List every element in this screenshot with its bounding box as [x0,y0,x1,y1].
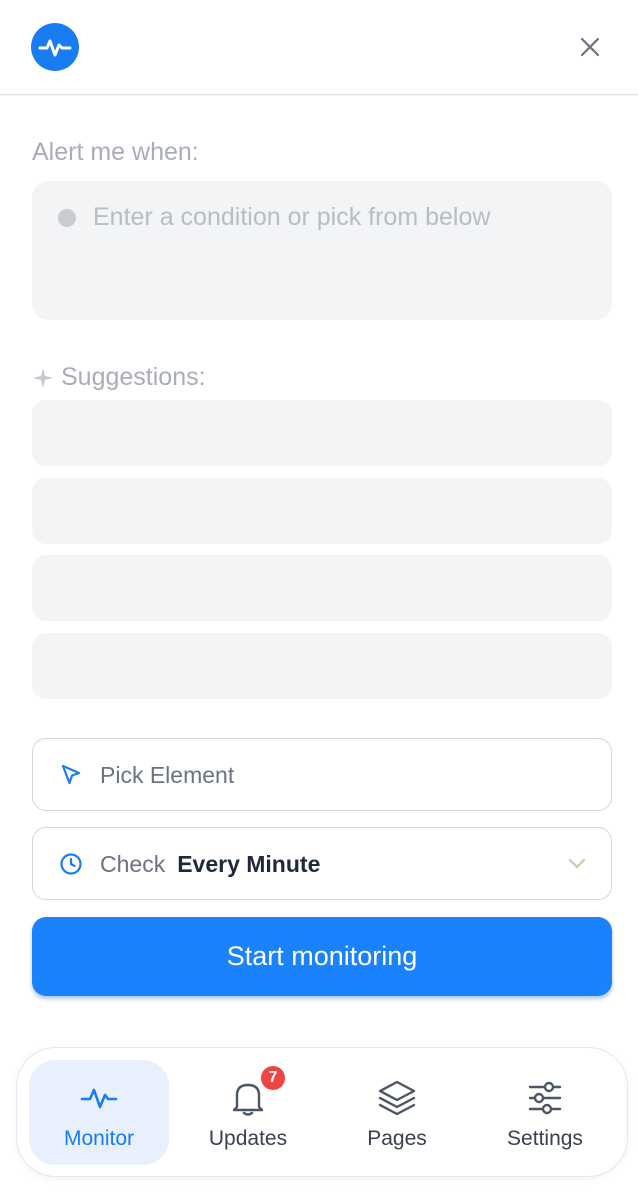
close-button[interactable] [574,31,606,63]
nav-monitor-label: Monitor [63,1127,135,1150]
layers-icon [377,1078,417,1118]
chevron-down-icon [568,858,586,869]
alert-label: Alert me when: [32,138,199,166]
status-dot-icon [58,209,76,227]
check-frequency-select[interactable]: Check Every Minute [32,827,612,900]
sparkle-icon [33,367,53,388]
check-value: Every Minute [177,851,321,877]
clock-icon [60,853,82,875]
bottom-nav: Monitor Updates 7 Pages Settings [16,1047,628,1177]
suggestion-item[interactable] [32,400,612,466]
suggestion-item[interactable] [32,633,612,699]
pick-element-button[interactable]: Pick Element [32,738,612,811]
check-prefix: Check [100,851,166,877]
nav-pages[interactable]: Pages [327,1060,467,1165]
close-icon [580,37,600,57]
nav-updates[interactable]: Updates [178,1060,318,1165]
header [0,0,638,95]
suggestion-item[interactable] [32,478,612,544]
nav-settings[interactable]: Settings [475,1060,615,1165]
suggestion-item[interactable] [32,555,612,621]
check-frequency-text: Check Every Minute [100,851,320,878]
pulse-icon [79,1078,119,1118]
main-panel: Alert me when: Enter a condition or pick… [0,96,638,1196]
condition-input[interactable]: Enter a condition or pick from below [32,181,612,320]
nav-settings-label: Settings [507,1127,583,1150]
nav-monitor[interactable]: Monitor [29,1060,169,1165]
nav-updates-label: Updates [208,1127,288,1150]
cursor-pointer-icon [61,764,81,785]
sliders-icon [525,1078,565,1118]
start-monitoring-button[interactable]: Start monitoring [32,917,612,996]
nav-pages-label: Pages [367,1127,427,1150]
pick-element-label: Pick Element [100,762,235,788]
pulse-icon [38,39,72,57]
suggestions-header: Suggestions: [32,363,206,392]
app-logo [31,23,79,71]
suggestions-label: Suggestions: [61,363,206,391]
condition-placeholder: Enter a condition or pick from below [93,203,491,231]
updates-badge: 7 [259,1064,287,1092]
